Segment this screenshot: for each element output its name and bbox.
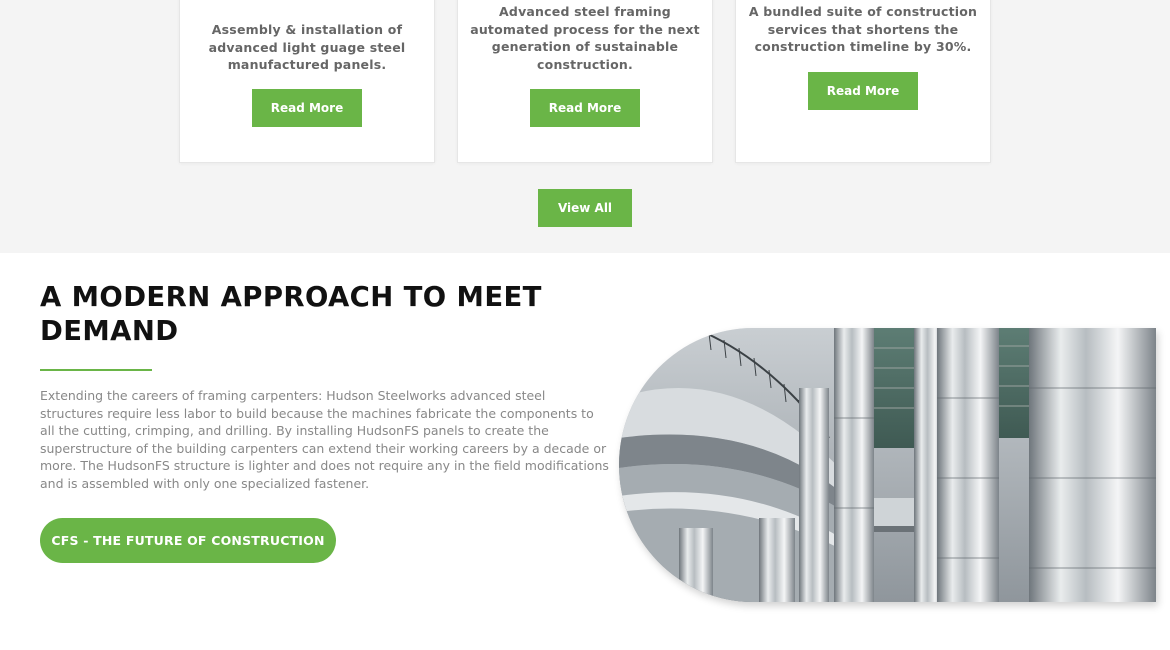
service-card-text: A bundled suite of construction services…: [748, 4, 978, 54]
read-more-button[interactable]: Read More: [808, 72, 918, 110]
service-card-suite: A bundled suite of construction services…: [735, 0, 991, 163]
section-heading: A MODERN APPROACH TO MEET DEMAND: [40, 280, 560, 348]
view-all-button[interactable]: View All: [538, 189, 632, 227]
service-card-text: Advanced steel framing automated process…: [470, 4, 700, 72]
service-card-text: Assembly & installation of advanced ligh…: [208, 22, 406, 72]
section-heading-line-2: DEMAND: [40, 315, 179, 347]
service-card-framing: Advanced steel framing automated process…: [457, 0, 713, 163]
steel-building-illustration: [619, 328, 1156, 602]
cfs-future-button[interactable]: CFS - THE FUTURE OF CONSTRUCTION: [40, 518, 336, 563]
read-more-button[interactable]: Read More: [530, 89, 640, 127]
service-card-assembly: Assembly & installation of advanced ligh…: [179, 0, 435, 163]
heading-divider: [40, 369, 152, 371]
read-more-button[interactable]: Read More: [252, 89, 362, 127]
services-section: Assembly & installation of advanced ligh…: [0, 0, 1170, 253]
section-body-text: Extending the careers of framing carpent…: [40, 388, 609, 491]
section-heading-line-1: A MODERN APPROACH TO MEET: [40, 281, 542, 313]
steel-building-photo: [619, 328, 1156, 602]
